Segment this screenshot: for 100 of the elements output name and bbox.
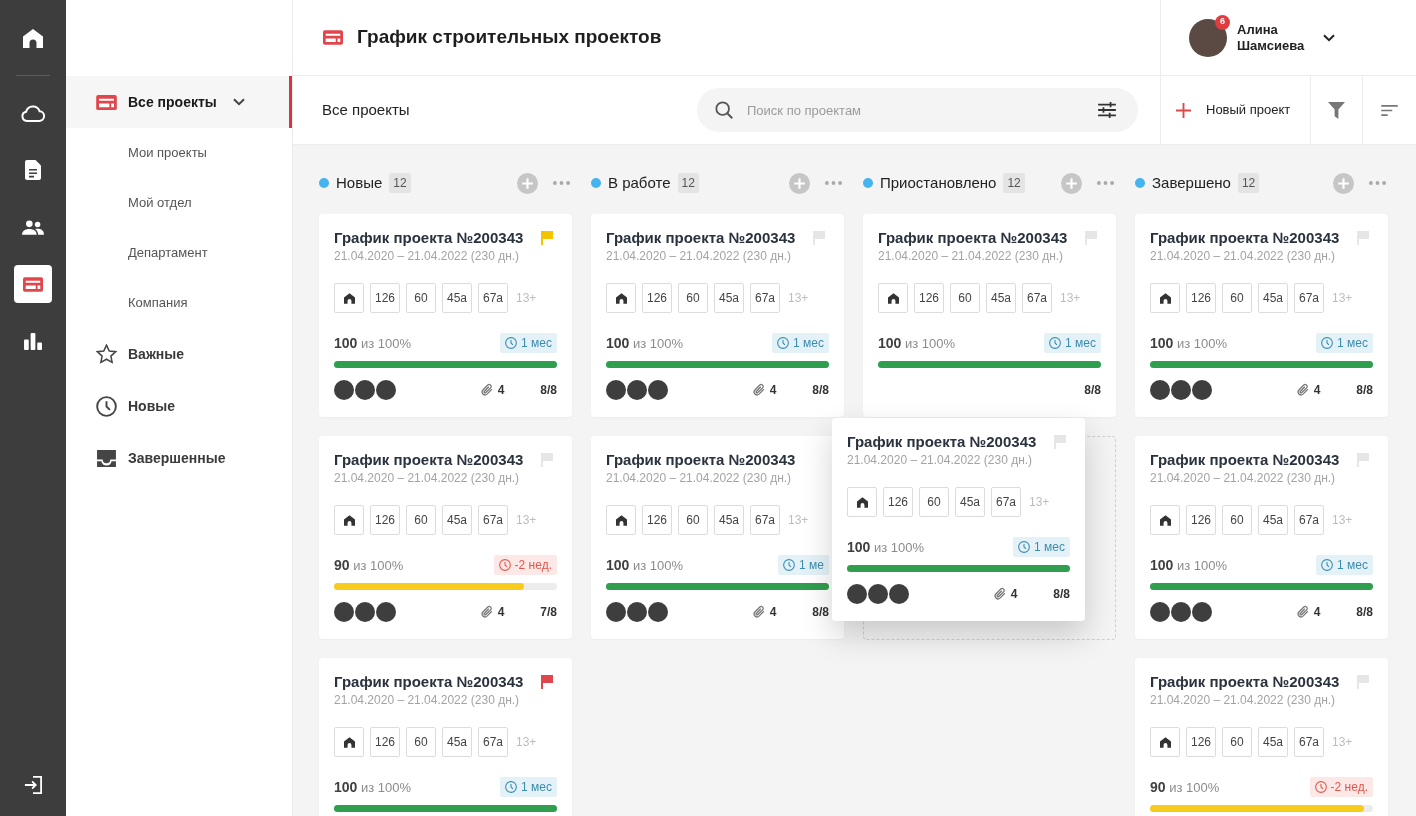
- object-tag[interactable]: 45а: [986, 283, 1016, 313]
- object-tag[interactable]: [606, 283, 636, 313]
- object-tag[interactable]: 67а: [478, 505, 508, 535]
- object-tag[interactable]: 45а: [714, 283, 744, 313]
- object-tag[interactable]: 67а: [1294, 727, 1324, 757]
- object-tag[interactable]: 60: [1222, 727, 1252, 757]
- sliders-icon[interactable]: [1098, 102, 1116, 118]
- avatar[interactable]: [868, 584, 888, 604]
- new-project-button[interactable]: Новый проект: [1160, 76, 1310, 144]
- object-tag[interactable]: [847, 487, 877, 517]
- avatar[interactable]: [334, 380, 354, 400]
- object-tag[interactable]: 45а: [442, 283, 472, 313]
- card-title[interactable]: График проекта №200343: [334, 448, 524, 472]
- object-tag[interactable]: 45а: [442, 727, 472, 757]
- avatar[interactable]: [1192, 380, 1212, 400]
- sidebar-subitem[interactable]: Департамент: [66, 228, 292, 278]
- search-input[interactable]: Поиск по проектам: [747, 98, 1088, 122]
- object-tag[interactable]: 126: [370, 505, 400, 535]
- dragged-card[interactable]: График проекта №200343 21.04.2020 – 21.04.2022 (230 дн.) 126 60 45а 67а 13+ 100 из 100% 1 мес 4 8/8: [832, 418, 1085, 621]
- object-tag[interactable]: 45а: [1258, 727, 1288, 757]
- avatar[interactable]: [334, 602, 354, 622]
- chevron-down-icon[interactable]: [232, 98, 245, 106]
- project-card[interactable]: График проекта №200343 21.04.2020 – 21.04.2022 (230 дн.) 126 60 45а 67а 13+ 100 из 100% 1 мес 4 8/8: [591, 214, 844, 417]
- card-title[interactable]: График проекта №200343: [334, 670, 524, 694]
- object-tag[interactable]: [334, 283, 364, 313]
- sidebar-subitem[interactable]: Мои проекты: [66, 128, 292, 178]
- object-tag[interactable]: 45а: [955, 487, 985, 517]
- object-tag[interactable]: 45а: [1258, 505, 1288, 535]
- object-tag[interactable]: 126: [370, 283, 400, 313]
- object-tag[interactable]: 126: [642, 283, 672, 313]
- card-title[interactable]: График проекта №200343: [1150, 448, 1340, 472]
- object-tag[interactable]: 60: [678, 505, 708, 535]
- avatar[interactable]: [376, 380, 396, 400]
- avatar[interactable]: [648, 602, 668, 622]
- object-tag[interactable]: 126: [642, 505, 672, 535]
- sidebar-subitem[interactable]: Компания: [66, 278, 292, 328]
- avatar[interactable]: [606, 602, 626, 622]
- search-field[interactable]: Поиск по проектам: [697, 88, 1138, 132]
- avatar[interactable]: [627, 380, 647, 400]
- object-tag[interactable]: 67а: [750, 283, 780, 313]
- object-tag[interactable]: 60: [1222, 505, 1252, 535]
- sidebar-subitem[interactable]: Мой отдел: [66, 178, 292, 228]
- object-tag[interactable]: 126: [370, 727, 400, 757]
- object-tag[interactable]: [878, 283, 908, 313]
- avatar[interactable]: [355, 380, 375, 400]
- avatar[interactable]: [1171, 602, 1191, 622]
- object-tag[interactable]: 67а: [1294, 283, 1324, 313]
- card-title[interactable]: График проекта №200343: [1150, 226, 1340, 250]
- project-card[interactable]: График проекта №200343 21.04.2020 – 21.04.2022 (230 дн.) 126 60 45а 67а 13+ 100 из 100% 1 мес 4 8/8: [1135, 214, 1388, 417]
- card-title[interactable]: График проекта №200343: [1150, 670, 1340, 694]
- object-tag[interactable]: [606, 505, 636, 535]
- project-card[interactable]: График проекта №200343 21.04.2020 – 21.04.2022 (230 дн.) 126 60 45а 67а 13+ 100 из 100% 1 мес: [319, 658, 572, 816]
- project-card[interactable]: График проекта №200343 21.04.2020 – 21.04.2022 (230 дн.) 126 60 45а 67а 13+ 100 из 100% 1 ме 4 8/8: [591, 436, 844, 639]
- card-title[interactable]: График проекта №200343: [878, 226, 1068, 250]
- avatar[interactable]: [1189, 18, 1227, 57]
- project-card[interactable]: График проекта №200343 21.04.2020 – 21.04.2022 (230 дн.) 126 60 45а 67а 13+ 100 из 100% 1 мес 8/8: [863, 214, 1116, 417]
- object-tag[interactable]: 126: [1186, 727, 1216, 757]
- object-tag[interactable]: [1150, 283, 1180, 313]
- project-card[interactable]: График проекта №200343 21.04.2020 – 21.04.2022 (230 дн.) 126 60 45а 67а 13+ 100 из 100% 1 мес 4 8/8: [1135, 436, 1388, 639]
- avatar[interactable]: [648, 380, 668, 400]
- avatar[interactable]: [1192, 602, 1212, 622]
- card-title[interactable]: График проекта №200343: [606, 448, 796, 472]
- avatar[interactable]: [889, 584, 909, 604]
- project-card[interactable]: График проекта №200343 21.04.2020 – 21.04.2022 (230 дн.) 126 60 45а 67а 13+ 90 из 100% -2 нед. 4 7/8: [319, 436, 572, 639]
- object-tag[interactable]: 126: [1186, 505, 1216, 535]
- object-tag[interactable]: 126: [883, 487, 913, 517]
- object-tag[interactable]: [334, 505, 364, 535]
- object-tag[interactable]: 60: [406, 283, 436, 313]
- object-tag[interactable]: 60: [406, 505, 436, 535]
- avatar[interactable]: [1150, 380, 1170, 400]
- object-tag[interactable]: 67а: [991, 487, 1021, 517]
- object-tag[interactable]: 45а: [1258, 283, 1288, 313]
- sidebar-item[interactable]: Завершенные: [66, 432, 292, 484]
- object-tag[interactable]: 60: [1222, 283, 1252, 313]
- project-card[interactable]: График проекта №200343 21.04.2020 – 21.04.2022 (230 дн.) 126 60 45а 67а 13+ 90 из 100% -2 нед.: [1135, 658, 1388, 816]
- object-tag[interactable]: 60: [950, 283, 980, 313]
- avatar[interactable]: [847, 584, 867, 604]
- avatar[interactable]: [1150, 602, 1170, 622]
- object-tag[interactable]: 60: [919, 487, 949, 517]
- object-tag[interactable]: 60: [678, 283, 708, 313]
- card-title[interactable]: График проекта №200343: [606, 226, 796, 250]
- object-tag[interactable]: 67а: [478, 727, 508, 757]
- object-tag[interactable]: 67а: [750, 505, 780, 535]
- avatar[interactable]: [1171, 380, 1191, 400]
- avatar[interactable]: [627, 602, 647, 622]
- object-tag[interactable]: 67а: [1294, 505, 1324, 535]
- object-tag[interactable]: 45а: [714, 505, 744, 535]
- object-tag[interactable]: 60: [406, 727, 436, 757]
- avatar[interactable]: [376, 602, 396, 622]
- object-tag[interactable]: [1150, 727, 1180, 757]
- sidebar-item[interactable]: Новые: [66, 380, 292, 432]
- object-tag[interactable]: 126: [1186, 283, 1216, 313]
- object-tag[interactable]: 67а: [1022, 283, 1052, 313]
- user-name[interactable]: Алина Шамсиева: [1237, 21, 1313, 54]
- object-tag[interactable]: [1150, 505, 1180, 535]
- card-title[interactable]: График проекта №200343: [847, 430, 1037, 454]
- avatar[interactable]: [355, 602, 375, 622]
- sidebar-item[interactable]: Важные: [66, 328, 292, 380]
- avatar[interactable]: [606, 380, 626, 400]
- object-tag[interactable]: 45а: [442, 505, 472, 535]
